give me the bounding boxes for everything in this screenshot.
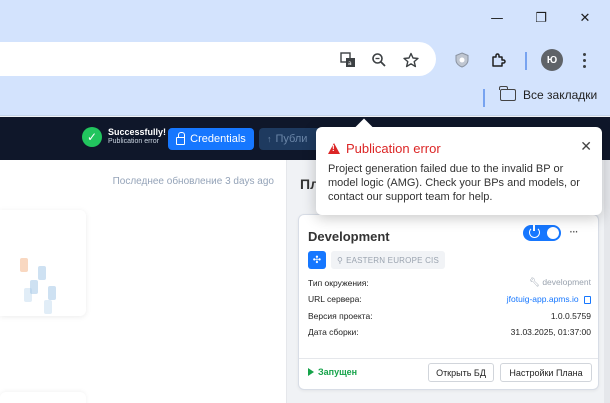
- preview-block: [44, 300, 52, 314]
- success-notification: ✓ Successfully! Publication error: [82, 127, 166, 147]
- close-icon: ✕: [580, 139, 592, 155]
- project-version-key: Версия проекта:: [308, 311, 373, 321]
- popup-header: Publication error: [328, 141, 441, 156]
- toolbar-divider: [525, 52, 527, 70]
- minimize-button[interactable]: —: [485, 6, 509, 30]
- close-window-button[interactable]: ✕: [573, 6, 597, 30]
- preview-block: [38, 266, 46, 280]
- folder-icon: [499, 86, 516, 101]
- scrollbar[interactable]: [604, 160, 610, 403]
- extensions-puzzle-icon[interactable]: [486, 48, 510, 72]
- diagram-preview-card[interactable]: [0, 210, 86, 316]
- power-icon: [529, 225, 540, 238]
- plan-settings-button[interactable]: Настройки Плана: [500, 363, 592, 382]
- wrench-icon: 🔧︎: [529, 277, 543, 287]
- browser-toolbar: a: [0, 36, 610, 80]
- server-url-value[interactable]: jfotuig-app.apms.io: [507, 294, 591, 304]
- env-type-text: development: [542, 277, 591, 287]
- environment-name: Development: [308, 229, 390, 244]
- popup-title: Publication error: [346, 141, 441, 156]
- status-label: Запущен: [318, 367, 358, 377]
- popup-message: Project generation failed due to the inv…: [328, 163, 580, 203]
- shield-extension-icon[interactable]: [450, 48, 474, 72]
- env-info-row: URL сервера: jfotuig-app.apms.io: [308, 294, 591, 304]
- restore-icon: ❐: [535, 10, 547, 26]
- bookmarks-divider: [483, 89, 485, 107]
- project-version-value: 1.0.0.5759: [550, 311, 591, 321]
- warning-icon: [328, 143, 340, 154]
- toggle-knob: [547, 227, 559, 239]
- more-options-icon[interactable]: ···: [569, 225, 579, 239]
- minimize-icon: —: [490, 10, 504, 26]
- status-badge: Запущен: [308, 367, 357, 377]
- play-icon: [308, 368, 314, 376]
- region-badge: ⚲ EASTERN EUROPE CIS: [331, 251, 446, 269]
- browser-titlebar: — ❐ ✕: [0, 0, 610, 36]
- svg-text:a: a: [348, 60, 352, 67]
- success-subtitle: Publication error: [108, 138, 159, 145]
- environment-power-toggle[interactable]: [523, 225, 561, 241]
- env-type-value: 🔧︎ development: [529, 277, 591, 288]
- publication-error-popup: Publication error ✕ Project generation f…: [316, 127, 602, 215]
- location-pin-icon: ⚲: [337, 255, 344, 265]
- browser-menu-icon[interactable]: [578, 48, 590, 72]
- credentials-label: Credentials: [190, 133, 246, 145]
- translate-icon[interactable]: a: [336, 48, 360, 72]
- restore-button[interactable]: ❐: [529, 6, 553, 30]
- env-type-key: Тип окружения:: [308, 277, 369, 288]
- success-title: Successfully!: [108, 127, 167, 137]
- check-circle-icon: ✓: [82, 127, 102, 147]
- server-url-link[interactable]: jfotuig-app.apms.io: [507, 294, 579, 304]
- last-update-text: Последнее обновление 3 days ago: [112, 176, 274, 187]
- env-info-row: Дата сборки: 31.03.2025, 01:37:00: [308, 327, 591, 337]
- close-popup-button[interactable]: ✕: [580, 139, 592, 155]
- bookmark-star-icon[interactable]: [399, 48, 423, 72]
- environment-card: Development ··· ✣ ⚲ EASTERN EUROPE CIS Т…: [298, 214, 599, 390]
- profile-avatar[interactable]: Ю: [541, 49, 563, 71]
- build-date-value: 31.03.2025, 01:37:00: [510, 327, 591, 337]
- open-db-button[interactable]: Открыть БД: [428, 363, 494, 382]
- region-label: EASTERN EUROPE CIS: [346, 255, 440, 265]
- zoom-icon[interactable]: [367, 48, 391, 72]
- diagram-preview-card[interactable]: [0, 392, 86, 403]
- bookmarks-bar: Все закладки: [0, 80, 610, 116]
- preview-block: [48, 286, 56, 300]
- all-bookmarks-label: Все закладки: [523, 88, 598, 102]
- region-grid-icon: ✣: [308, 251, 326, 269]
- preview-block: [24, 288, 32, 302]
- card-divider: [299, 358, 598, 359]
- env-info-row: Версия проекта: 1.0.0.5759: [308, 311, 591, 321]
- credentials-button[interactable]: Credentials: [168, 128, 254, 150]
- env-info-row: Тип окружения: 🔧︎ development: [308, 277, 591, 288]
- preview-block: [20, 258, 28, 272]
- left-pane: Последнее обновление 3 days ago: [0, 160, 287, 403]
- all-bookmarks-button[interactable]: Все закладки: [499, 86, 598, 102]
- lock-icon: [176, 131, 186, 145]
- build-date-key: Дата сборки:: [308, 327, 359, 337]
- server-url-key: URL сервера:: [308, 294, 362, 304]
- publish-arrow-icon: ↑: [267, 134, 272, 144]
- publish-label: Публи: [275, 133, 308, 145]
- copy-icon[interactable]: [584, 295, 591, 304]
- close-icon: ✕: [579, 10, 591, 26]
